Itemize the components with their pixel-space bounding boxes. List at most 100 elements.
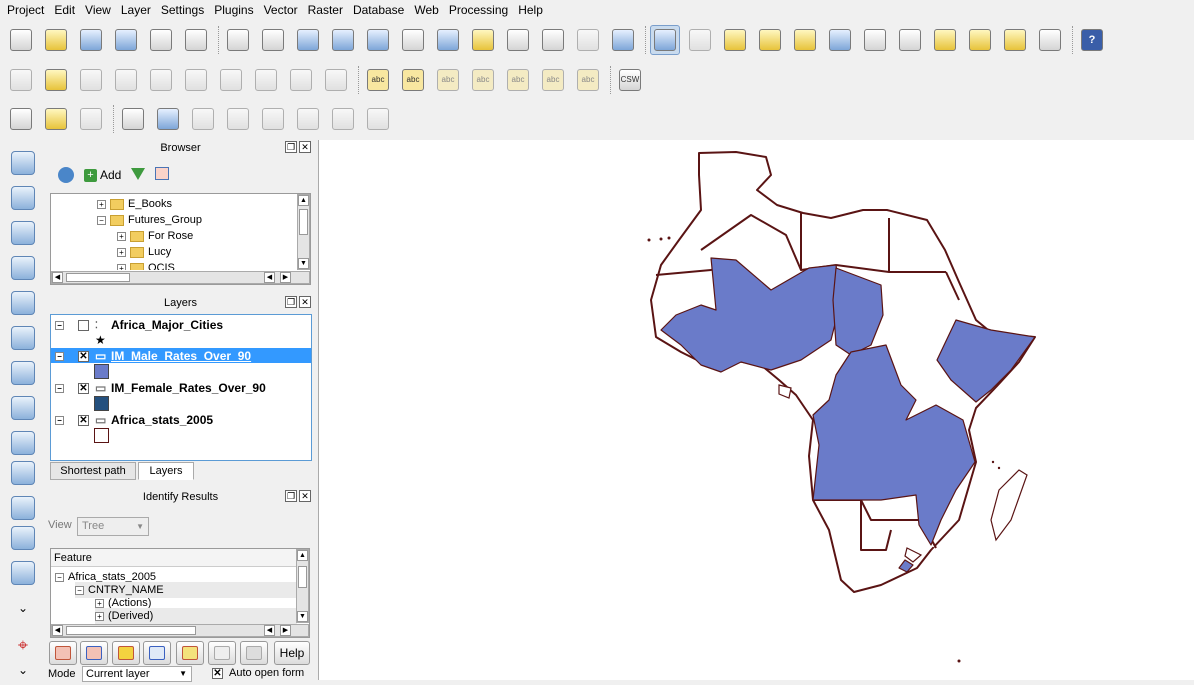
touch-zoom-button[interactable] [223, 25, 253, 55]
view-mode-select[interactable]: Tree ▼ [77, 517, 149, 536]
menu-raster[interactable]: Raster [303, 1, 348, 19]
expand-icon[interactable]: + [117, 263, 126, 270]
float-panel-icon[interactable]: ❐ [285, 141, 297, 153]
db-new-button[interactable] [41, 104, 71, 134]
scroll-left-icon-2[interactable]: ◀ [264, 625, 275, 636]
pan-to-selection-button[interactable] [293, 25, 323, 55]
help-button[interactable]: Help [274, 641, 310, 665]
zoom-to-layer-button[interactable] [503, 25, 533, 55]
statistics-button[interactable] [860, 25, 890, 55]
digitize-ring-button[interactable] [153, 104, 183, 134]
new-shapefile-button[interactable] [8, 558, 38, 588]
open-project-button[interactable] [41, 25, 71, 55]
open-form-button[interactable] [143, 641, 171, 665]
expand-new-results-button[interactable] [112, 641, 140, 665]
pan-button[interactable] [258, 25, 288, 55]
change-label-button[interactable]: abc [573, 65, 603, 95]
result-derived[interactable]: + (Derived) [95, 608, 297, 624]
zoom-to-selection-button[interactable] [468, 25, 498, 55]
menu-help[interactable]: Help [513, 1, 548, 19]
tab-layers[interactable]: Layers [138, 462, 194, 480]
identify-features-button[interactable] [650, 25, 680, 55]
cut-features-button[interactable] [251, 65, 281, 95]
add-oracle-layer-button[interactable] [8, 323, 38, 353]
zoom-in-button[interactable] [328, 25, 358, 55]
float-panel-icon[interactable]: ❐ [285, 296, 297, 308]
africa-stats-color-swatch[interactable] [94, 428, 109, 443]
refresh-browser-button[interactable] [58, 167, 74, 183]
digitize-merge-button[interactable] [363, 104, 393, 134]
rotate-label-button[interactable]: abc [538, 65, 568, 95]
menu-processing[interactable]: Processing [444, 1, 513, 19]
node-tool-button[interactable] [181, 65, 211, 95]
paste-features-button[interactable] [321, 65, 351, 95]
add-vector-layer-button[interactable] [8, 148, 38, 178]
zoom-last-button[interactable] [538, 25, 568, 55]
scroll-up-icon[interactable]: ▲ [297, 550, 308, 561]
zoom-next-button[interactable] [573, 25, 603, 55]
menu-project[interactable]: Project [2, 1, 49, 19]
female-rates-color-swatch[interactable] [94, 396, 109, 411]
open-attribute-table-button[interactable] [825, 25, 855, 55]
expand-tree-button[interactable] [49, 641, 77, 665]
browser-vertical-scrollbar[interactable]: ▲ ▼ [297, 194, 310, 270]
print-results-button[interactable] [240, 641, 268, 665]
browser-horizontal-scrollbar[interactable]: ◀ ◀ ▶ [51, 271, 310, 284]
zoom-full-button[interactable] [433, 25, 463, 55]
add-wms-layer-button[interactable] [8, 393, 38, 423]
label-pin-button[interactable]: abc [398, 65, 428, 95]
add-selected-button[interactable]: + Add [84, 168, 121, 182]
copy-results-button[interactable] [208, 641, 236, 665]
layer-row-africa-major-cities[interactable]: − ⁚ Africa_Major_Cities [55, 317, 223, 333]
show-bookmarks-button[interactable] [1000, 25, 1030, 55]
text-annotation-button[interactable] [1035, 25, 1065, 55]
help-button[interactable]: ? [1077, 25, 1107, 55]
map-canvas[interactable] [318, 140, 1194, 680]
float-panel-icon[interactable]: ❐ [285, 490, 297, 502]
run-feature-action-button[interactable] [685, 25, 715, 55]
current-edits-button[interactable] [6, 65, 36, 95]
select-by-expression-button[interactable] [790, 25, 820, 55]
layer-visibility-checkbox[interactable] [78, 319, 89, 331]
highlight-pinned-labels-button[interactable]: abc [433, 65, 463, 95]
tab-shortest-path[interactable]: Shortest path [50, 462, 136, 480]
collapse-icon[interactable]: − [55, 351, 64, 361]
identify-vertical-scrollbar[interactable]: ▲ ▼ [296, 549, 309, 623]
digitize-split-button[interactable] [328, 104, 358, 134]
layer-visibility-checkbox[interactable]: ✕ [78, 414, 89, 426]
menu-settings[interactable]: Settings [156, 1, 209, 19]
feature-column-header[interactable]: Feature [51, 549, 296, 567]
toggle-editing-button[interactable] [41, 65, 71, 95]
collapse-icon[interactable]: − [55, 572, 64, 582]
add-spatialite-layer-button[interactable] [8, 253, 38, 283]
add-virtual-layer-button[interactable] [8, 523, 38, 553]
collapse-icon[interactable]: − [55, 320, 64, 330]
auto-open-form-option[interactable]: ✕ Auto open form [212, 667, 304, 679]
layer-row-im-female-rates[interactable]: − ✕ ▭ IM_Female_Rates_Over_90 [55, 380, 266, 396]
db-manager-button[interactable] [6, 104, 36, 134]
close-panel-icon[interactable]: ✕ [299, 141, 311, 153]
collapse-icon[interactable]: − [55, 383, 64, 393]
deselect-all-button[interactable] [755, 25, 785, 55]
more-tools-chevron[interactable]: ⌄ [8, 593, 38, 623]
scroll-down-icon[interactable]: ▼ [298, 258, 309, 269]
add-wfs-layer-button[interactable] [8, 458, 38, 488]
layer-row-africa-stats-2005[interactable]: − ✕ ▭ Africa_stats_2005 [55, 412, 213, 428]
add-wcs-layer-button[interactable] [8, 428, 38, 458]
browser-item-e-books[interactable]: + E_Books [97, 196, 172, 212]
scroll-left-icon-2[interactable]: ◀ [264, 272, 275, 283]
scroll-down-icon[interactable]: ▼ [297, 611, 308, 622]
new-project-button[interactable] [6, 25, 36, 55]
new-bookmark-button[interactable] [965, 25, 995, 55]
new-print-composer-button[interactable] [146, 25, 176, 55]
map-tips-button[interactable] [930, 25, 960, 55]
digitize-delete-part-button[interactable] [223, 104, 253, 134]
menu-layer[interactable]: Layer [116, 1, 156, 19]
save-as-button[interactable] [111, 25, 141, 55]
identify-horizontal-scrollbar[interactable]: ◀ ◀ ▶ [51, 624, 309, 637]
browser-item-for-rose[interactable]: + For Rose [117, 228, 193, 244]
collapse-icon[interactable]: − [97, 215, 106, 225]
browser-item-futures-group[interactable]: − Futures_Group [97, 212, 202, 228]
collapse-all-button[interactable] [155, 167, 170, 183]
measure-line-button[interactable] [895, 25, 925, 55]
